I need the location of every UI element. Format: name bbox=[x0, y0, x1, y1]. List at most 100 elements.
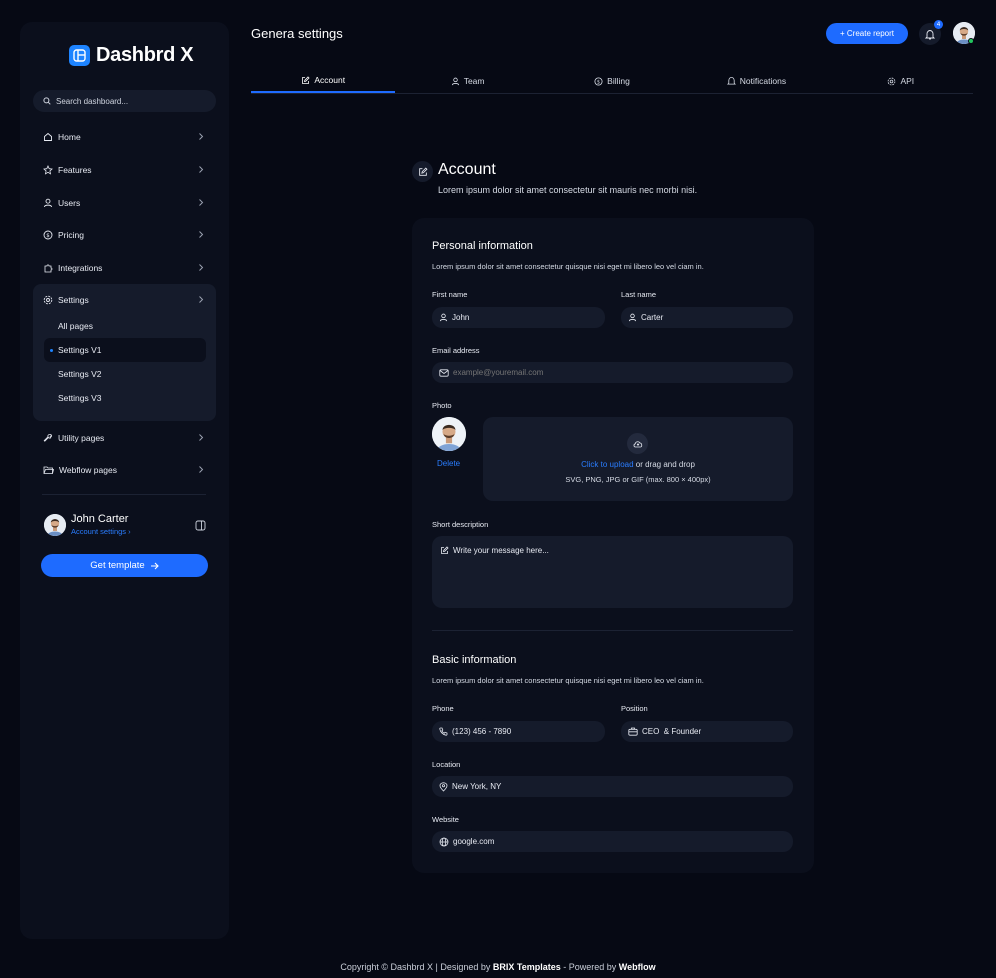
account-title: Account bbox=[438, 161, 496, 178]
last-name-input[interactable] bbox=[641, 313, 781, 322]
user-icon bbox=[628, 313, 637, 322]
tab-account[interactable]: Account bbox=[251, 69, 396, 93]
sidebar-item-label: Users bbox=[58, 198, 81, 208]
position-field[interactable] bbox=[621, 721, 793, 742]
tab-billing[interactable]: $ Billing bbox=[540, 69, 684, 93]
edit-icon bbox=[301, 75, 310, 85]
home-icon bbox=[43, 132, 53, 142]
chevron-right-icon bbox=[198, 465, 204, 474]
tab-label: Notifications bbox=[739, 76, 787, 86]
svg-text:$: $ bbox=[597, 79, 600, 85]
email-field[interactable] bbox=[432, 362, 793, 383]
account-subtitle: Lorem ipsum dolor sit amet consectetur s… bbox=[438, 185, 698, 195]
sidebar: Dashbrd X Home Features Users $ Pricing … bbox=[20, 22, 229, 939]
create-report-label: + Create report bbox=[839, 29, 895, 38]
dollar-circle-icon: $ bbox=[594, 76, 603, 86]
chevron-right-icon bbox=[198, 230, 204, 239]
gear-icon bbox=[43, 295, 53, 305]
upload-instructions: Click to upload or drag and drop bbox=[483, 460, 793, 469]
puzzle-icon bbox=[43, 263, 53, 273]
dollar-circle-icon: $ bbox=[43, 230, 53, 240]
sidebar-subitem-settings-v1[interactable]: Settings V1 bbox=[44, 338, 206, 362]
svg-text:$: $ bbox=[46, 233, 50, 239]
tab-label: Team bbox=[463, 76, 485, 86]
section-divider bbox=[432, 630, 793, 631]
tab-notifications[interactable]: Notifications bbox=[684, 69, 828, 93]
get-template-button[interactable]: Get template bbox=[41, 554, 208, 577]
tab-label: API bbox=[900, 76, 915, 86]
sidebar-item-label: Webflow pages bbox=[59, 465, 117, 475]
tab-label: Billing bbox=[607, 76, 630, 86]
tab-api[interactable]: API bbox=[829, 69, 973, 93]
sidebar-collapse-icon[interactable] bbox=[195, 520, 206, 531]
briefcase-icon bbox=[628, 727, 638, 736]
gear-icon bbox=[887, 77, 896, 86]
user-icon bbox=[451, 77, 460, 86]
location-field[interactable] bbox=[432, 776, 793, 797]
website-input[interactable] bbox=[453, 837, 593, 846]
brand-logo[interactable]: Dashbrd X bbox=[69, 44, 194, 67]
sidebar-subitem-label: Settings V2 bbox=[58, 369, 102, 379]
drag-drop-text: or drag and drop bbox=[633, 460, 695, 469]
sidebar-item-utility-pages[interactable]: Utility pages bbox=[33, 427, 216, 449]
sidebar-subitem-settings-v2[interactable]: Settings V2 bbox=[44, 362, 206, 386]
wrench-icon bbox=[43, 433, 53, 443]
first-name-input[interactable] bbox=[452, 313, 592, 322]
last-name-label: Last name bbox=[621, 290, 657, 299]
profile-photo bbox=[432, 417, 466, 451]
sidebar-item-webflow-pages[interactable]: Webflow pages bbox=[33, 459, 216, 481]
sidebar-divider bbox=[42, 494, 206, 495]
edit-icon bbox=[412, 161, 433, 182]
globe-icon bbox=[439, 837, 449, 847]
position-input[interactable] bbox=[642, 727, 782, 736]
click-to-upload-link[interactable]: Click to upload bbox=[581, 460, 633, 469]
user-name: John Carter bbox=[71, 513, 129, 525]
brix-templates-link[interactable]: BRIX Templates bbox=[493, 962, 561, 972]
upload-cloud-icon bbox=[627, 433, 648, 454]
chevron-right-icon bbox=[198, 132, 204, 141]
first-name-field[interactable] bbox=[432, 307, 605, 328]
location-input[interactable] bbox=[452, 782, 592, 791]
tab-team[interactable]: Team bbox=[395, 69, 539, 93]
sidebar-subitem-label: All pages bbox=[58, 321, 93, 331]
sidebar-item-home[interactable]: Home bbox=[33, 126, 216, 148]
delete-photo-link[interactable]: Delete bbox=[437, 459, 460, 468]
footer-copyright: Copyright © Dashbrd X | Designed by bbox=[340, 962, 493, 972]
webflow-link[interactable]: Webflow bbox=[619, 962, 656, 972]
upload-dropzone[interactable]: Click to upload or drag and drop SVG, PN… bbox=[483, 417, 793, 501]
chevron-right-icon: › bbox=[128, 527, 131, 536]
sidebar-item-integrations[interactable]: Integrations bbox=[33, 257, 216, 279]
avatar bbox=[44, 513, 66, 536]
chevron-right-icon bbox=[198, 433, 204, 442]
user-card[interactable]: John Carter Account settings › bbox=[44, 513, 131, 536]
last-name-field[interactable] bbox=[621, 307, 793, 328]
sidebar-item-label: Integrations bbox=[58, 263, 103, 273]
sidebar-item-settings[interactable]: Settings bbox=[33, 289, 216, 311]
phone-input[interactable] bbox=[452, 727, 592, 736]
sidebar-item-pricing[interactable]: $ Pricing bbox=[33, 224, 216, 246]
phone-field[interactable] bbox=[432, 721, 605, 742]
footer-powered: - Powered by bbox=[560, 962, 619, 972]
account-settings-link[interactable]: Account settings › bbox=[71, 527, 131, 536]
search-box[interactable] bbox=[33, 90, 216, 112]
email-input[interactable] bbox=[453, 368, 753, 377]
folder-icon bbox=[43, 465, 54, 475]
sidebar-item-users[interactable]: Users bbox=[33, 192, 216, 214]
sidebar-subitem-all-pages[interactable]: All pages bbox=[44, 314, 206, 338]
sidebar-item-label: Settings bbox=[58, 295, 89, 305]
short-description-field[interactable] bbox=[432, 536, 793, 608]
sidebar-subitem-settings-v3[interactable]: Settings V3 bbox=[44, 386, 206, 410]
sidebar-item-features[interactable]: Features bbox=[33, 159, 216, 181]
chevron-right-icon bbox=[198, 165, 204, 174]
email-label: Email address bbox=[432, 346, 480, 355]
create-report-button[interactable]: + Create report bbox=[826, 23, 908, 44]
arrow-right-icon bbox=[150, 562, 159, 570]
map-pin-icon bbox=[439, 781, 448, 792]
short-description-input[interactable] bbox=[453, 546, 783, 596]
search-input[interactable] bbox=[56, 96, 206, 106]
website-field[interactable] bbox=[432, 831, 793, 852]
phone-icon bbox=[439, 727, 448, 736]
bell-icon bbox=[726, 76, 736, 86]
star-icon bbox=[43, 165, 53, 175]
user-icon bbox=[439, 313, 448, 322]
